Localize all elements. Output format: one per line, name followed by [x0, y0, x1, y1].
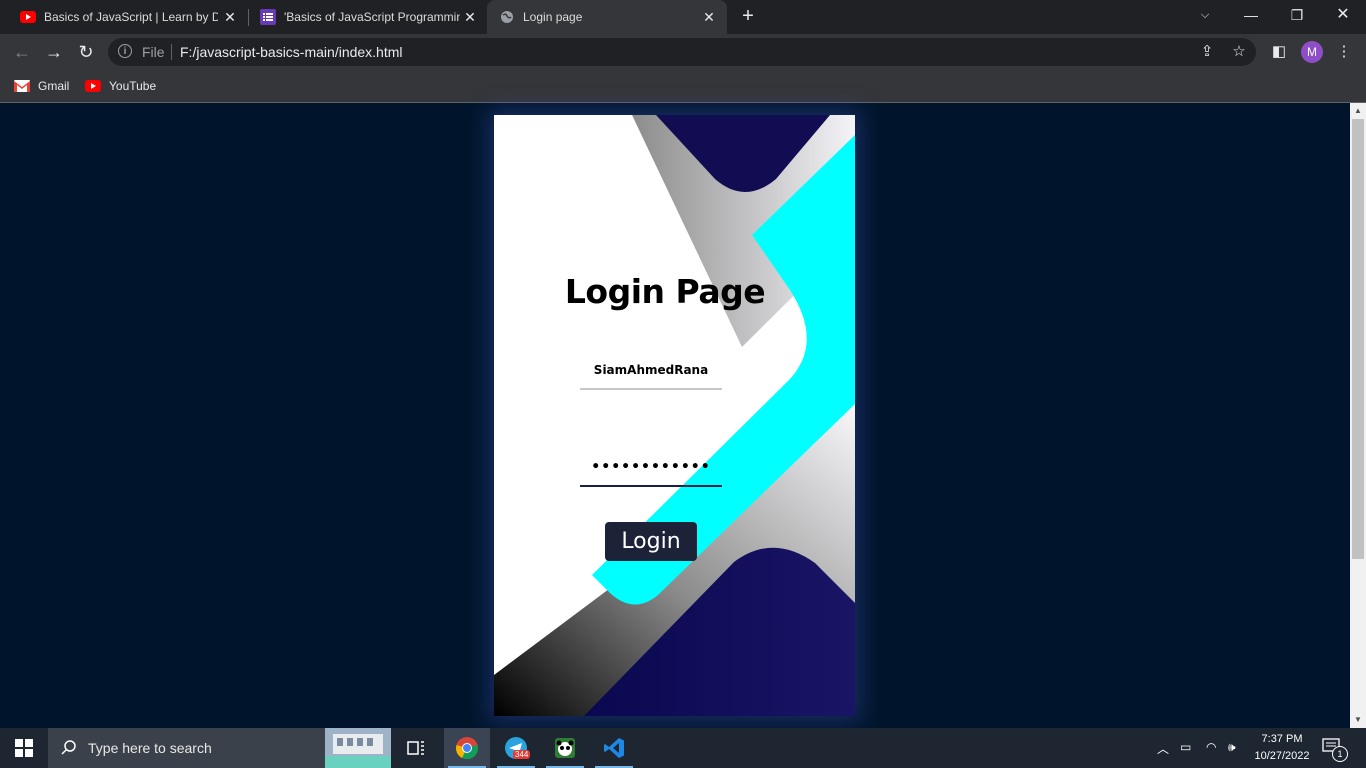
username-input[interactable] — [580, 352, 722, 390]
battery-icon[interactable]: ▭ — [1180, 740, 1191, 754]
youtube-icon — [20, 9, 36, 25]
clock-time: 7:37 PM — [1261, 733, 1303, 745]
bookmark-youtube[interactable]: YouTube — [85, 77, 156, 95]
close-tab-icon[interactable]: ✕ — [701, 9, 717, 25]
telegram-badge: 344 — [513, 750, 531, 759]
restore-icon[interactable]: ❐ — [1282, 4, 1312, 26]
bookmarks-bar: Gmail YouTube — [0, 70, 1366, 103]
notification-count: 1 — [1332, 746, 1348, 762]
back-icon[interactable]: ← — [8, 38, 36, 66]
info-icon[interactable]: i — [118, 44, 132, 58]
bookmark-label: Gmail — [38, 79, 70, 93]
list-icon — [260, 9, 276, 25]
bookmark-gmail[interactable]: Gmail — [14, 77, 69, 95]
menu-kebab-icon[interactable]: ⋮ — [1334, 42, 1354, 62]
telegram-taskbar-icon[interactable]: 344 — [493, 728, 539, 768]
bookmark-star-icon[interactable]: ☆ — [1230, 43, 1248, 61]
vscode-taskbar-icon[interactable] — [591, 728, 637, 768]
globe-icon — [499, 9, 515, 25]
minimize-icon[interactable]: — — [1236, 4, 1266, 26]
tab-title: 'Basics of JavaScript Programming — [284, 10, 460, 24]
tab-login-page[interactable]: Login page ✕ — [487, 0, 727, 34]
url-text[interactable]: F:/javascript-basics-main/index.html — [180, 44, 403, 60]
login-card: Login Page Login — [494, 115, 855, 716]
tab-youtube-video[interactable]: Basics of JavaScript | Learn by Do ✕ — [0, 0, 248, 34]
search-placeholder: Type here to search — [88, 740, 212, 756]
tab-title: Login page — [523, 10, 583, 24]
search-highlight-image — [325, 728, 391, 768]
page-title: Login Page — [564, 272, 766, 311]
clock[interactable]: 7:37 PM 10/27/2022 — [1248, 731, 1316, 765]
show-hidden-icons-chevron-icon[interactable]: ︿ — [1157, 740, 1169, 757]
browser-toolbar: ← → ↻ i File F:/javascript-basics-main/i… — [0, 34, 1366, 70]
scroll-down-icon[interactable]: ▼ — [1350, 712, 1366, 728]
share-icon[interactable]: ⇪ — [1198, 43, 1216, 61]
search-icon — [61, 740, 76, 755]
start-button[interactable] — [0, 728, 48, 768]
profile-avatar[interactable]: M — [1301, 41, 1323, 63]
windows-logo-icon — [15, 739, 33, 757]
taskbar-search[interactable]: Type here to search — [48, 728, 391, 768]
windows-taskbar: Type here to search 344 ︿ ▭ ◠ 🕪 7:37 PM … — [0, 728, 1366, 768]
gmail-icon — [14, 80, 30, 92]
login-button[interactable]: Login — [605, 522, 697, 561]
scroll-up-icon[interactable]: ▲ — [1350, 103, 1366, 119]
task-view-icon[interactable] — [393, 728, 439, 768]
vertical-scrollbar[interactable]: ▲ ▼ — [1350, 103, 1366, 728]
card-background-art — [494, 115, 855, 716]
side-panel-icon[interactable]: ◧ — [1269, 42, 1289, 62]
page-viewport: Login Page Login — [0, 103, 1350, 728]
wifi-icon[interactable]: ◠ — [1206, 740, 1216, 754]
notification-center[interactable]: 1 — [1322, 738, 1352, 762]
forward-icon[interactable]: → — [40, 38, 68, 66]
close-tab-icon[interactable]: ✕ — [462, 9, 478, 25]
address-bar[interactable]: i File F:/javascript-basics-main/index.h… — [108, 38, 1256, 66]
chrome-taskbar-icon[interactable] — [444, 728, 490, 768]
tab-playlist[interactable]: 'Basics of JavaScript Programming ✕ — [240, 0, 488, 34]
tab-strip: Basics of JavaScript | Learn by Do ✕ 'Ba… — [0, 0, 1366, 34]
panda-app-taskbar-icon[interactable] — [542, 728, 588, 768]
tab-title: Basics of JavaScript | Learn by Do — [44, 10, 218, 24]
scheme-label: File — [142, 44, 165, 60]
youtube-icon — [85, 80, 101, 92]
password-input[interactable] — [580, 449, 722, 487]
scroll-thumb[interactable] — [1352, 119, 1364, 559]
volume-icon[interactable]: 🕪 — [1228, 740, 1236, 755]
close-window-icon[interactable]: ✕ — [1328, 4, 1358, 26]
reload-icon[interactable]: ↻ — [72, 38, 100, 66]
clock-date: 10/27/2022 — [1254, 750, 1310, 762]
address-divider — [171, 44, 172, 60]
tab-search-icon[interactable]: ⌵ — [1190, 4, 1220, 26]
bookmark-label: YouTube — [109, 79, 157, 93]
new-tab-icon[interactable]: + — [737, 5, 759, 27]
close-tab-icon[interactable]: ✕ — [222, 9, 238, 25]
